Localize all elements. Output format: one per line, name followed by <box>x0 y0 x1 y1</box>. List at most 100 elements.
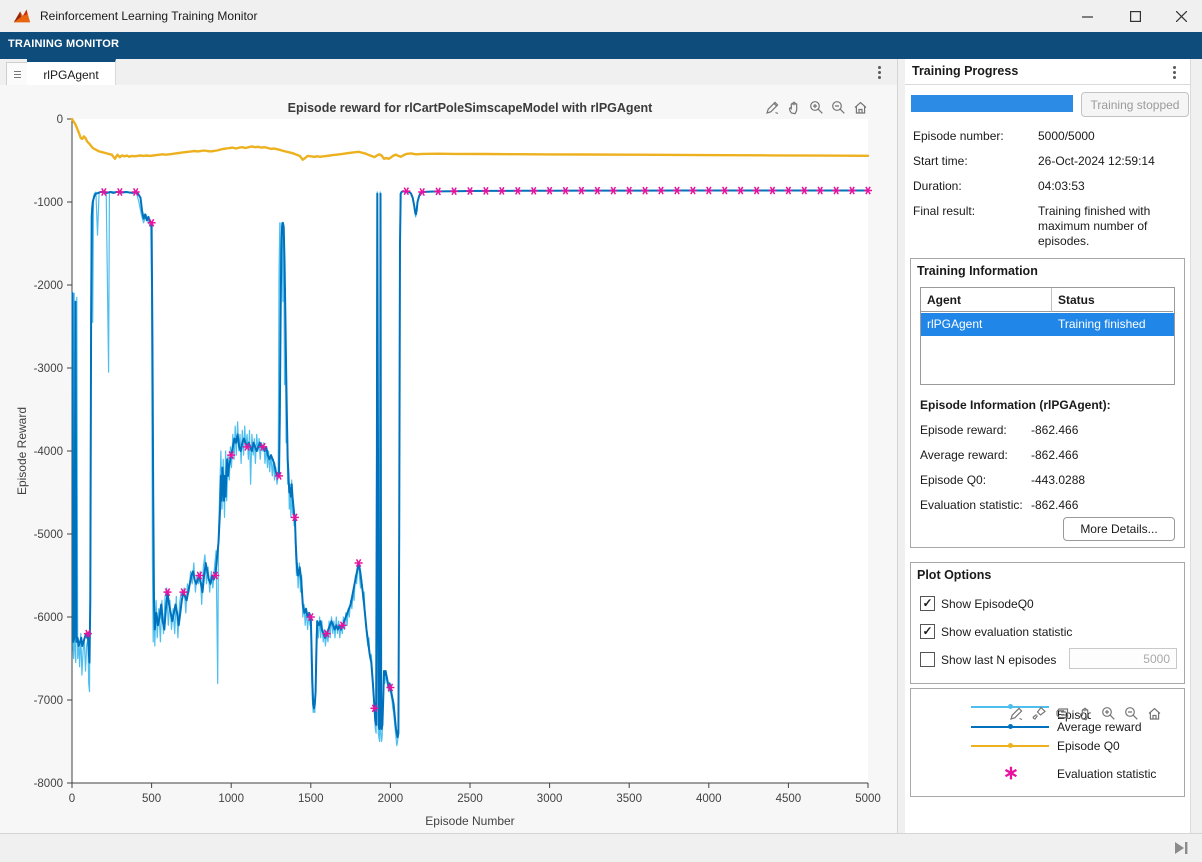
evaluation-statistic-row: Evaluation statistic: -862.466 <box>920 498 1175 512</box>
agent-status-table: Agent Status rlPGAgent Training finished <box>920 287 1175 385</box>
evaluation-statistic-value: -862.466 <box>1031 498 1078 512</box>
show-last-n-label: Show last N episodes <box>941 653 1056 667</box>
legend-entry-average-reward[interactable]: Average reward <box>911 717 1184 737</box>
svg-text:3000: 3000 <box>537 793 563 805</box>
svg-text:1000: 1000 <box>218 793 244 805</box>
svg-text:-4000: -4000 <box>34 446 63 458</box>
show-episodeq0-label: Show EpisodeQ0 <box>941 597 1034 611</box>
legend-label: Evaluation statistic <box>1057 767 1156 781</box>
show-last-n-checkbox[interactable] <box>920 652 935 667</box>
legend-entry-evaluation-statistic[interactable]: ∗ Evaluation statistic <box>911 759 1184 785</box>
tab-label: rlPGAgent <box>43 68 98 82</box>
average-reward-label: Average reward: <box>920 448 1008 462</box>
legend-panel: Episode reward Average reward Episode Q0… <box>910 688 1185 797</box>
document-tab-bar: rlPGAgent <box>0 59 897 86</box>
svg-text:0: 0 <box>69 793 75 805</box>
show-episodeq0-checkbox[interactable] <box>920 596 935 611</box>
agent-cell: rlPGAgent <box>921 313 1058 336</box>
episode-reward-label: Episode reward: <box>920 423 1007 437</box>
svg-text:3500: 3500 <box>616 793 642 805</box>
column-header-status: Status <box>1052 288 1173 312</box>
svg-text:-3000: -3000 <box>34 363 63 375</box>
training-progress-panel: Training Progress Training stopped Episo… <box>905 59 1190 833</box>
episode-number-value: 5000/5000 <box>1038 129 1186 144</box>
legend-label: Average reward <box>1057 720 1142 734</box>
right-scroll-rail <box>1190 59 1202 833</box>
svg-text:500: 500 <box>142 793 161 805</box>
svg-text:2000: 2000 <box>378 793 404 805</box>
final-result-label: Final result: <box>913 204 975 219</box>
more-details-button[interactable]: More Details... <box>1063 517 1175 541</box>
episode-reward-row: Episode reward: -862.466 <box>920 423 1175 437</box>
svg-text:-6000: -6000 <box>34 612 63 624</box>
training-information-header: Training Information <box>917 264 1038 278</box>
start-time-label: Start time: <box>913 154 968 169</box>
svg-text:2500: 2500 <box>457 793 483 805</box>
average-reward-dot <box>1008 724 1013 729</box>
tab-rlpgagent[interactable]: rlPGAgent <box>27 59 116 87</box>
start-time-value: 26-Oct-2024 12:59:14 <box>1038 154 1186 169</box>
maximize-button[interactable] <box>1112 0 1158 32</box>
svg-text:Episode Reward: Episode Reward <box>15 407 29 495</box>
plot-options-section: Plot Options Show EpisodeQ0 Show evaluat… <box>910 562 1185 684</box>
episode-q0-value: -443.0288 <box>1031 473 1085 487</box>
panel-menu-kebab-icon[interactable] <box>1173 66 1176 79</box>
status-cell: Training finished <box>1052 313 1180 336</box>
show-evaluation-checkbox[interactable] <box>920 624 935 639</box>
svg-text:0: 0 <box>57 114 63 126</box>
tab-list-menu-button[interactable] <box>6 62 28 86</box>
hamburger-icon <box>13 70 22 79</box>
episode-number-label: Episode number: <box>913 129 1004 144</box>
legend-label: Episode Q0 <box>1057 739 1120 753</box>
kebab-icon <box>878 66 881 79</box>
ribbon-bar: TRAINING MONITOR <box>0 32 1202 59</box>
svg-text:-7000: -7000 <box>34 695 63 707</box>
training-progress-bar <box>911 95 1073 112</box>
training-stopped-button[interactable]: Training stopped <box>1081 92 1189 117</box>
ribbon-tab-training-monitor[interactable]: TRAINING MONITOR <box>8 38 119 50</box>
column-header-agent: Agent <box>921 288 1052 312</box>
minimize-button[interactable] <box>1064 0 1110 32</box>
legend-entry-episode-q0[interactable]: Episode Q0 <box>911 736 1184 756</box>
svg-text:-1000: -1000 <box>34 197 63 209</box>
episode-q0-label: Episode Q0: <box>920 473 986 487</box>
svg-text:-8000: -8000 <box>34 778 63 790</box>
table-row-selected[interactable]: rlPGAgent Training finished <box>921 313 1174 336</box>
legend-entry-episode-reward[interactable]: Episode reward <box>911 697 1184 717</box>
reward-chart[interactable]: 0 500 1000 1500 2000 2500 3000 3500 4000 4500 5000… <box>0 85 897 833</box>
plot-options-header: Plot Options <box>917 568 991 582</box>
title-bar: Reinforcement Learning Training Monitor <box>0 0 1202 33</box>
tab-overflow-menu-button[interactable] <box>868 62 890 82</box>
figure-area: Episode reward for rlCartPoleSimscapeMod… <box>0 85 897 833</box>
panel-header: Training Progress <box>905 59 1190 85</box>
evaluation-statistic-label: Evaluation statistic: <box>920 498 1023 512</box>
panel-title: Training Progress <box>912 64 1018 78</box>
show-last-n-option: Show last N episodes <box>920 652 1056 667</box>
svg-text:-5000: -5000 <box>34 529 63 541</box>
show-episodeq0-option: Show EpisodeQ0 <box>920 596 1034 611</box>
svg-text:4000: 4000 <box>696 793 722 805</box>
asterisk-marker-icon: ∗ <box>1003 762 1019 785</box>
average-reward-value: -862.466 <box>1031 448 1078 462</box>
episode-information-header: Episode Information (rlPGAgent): <box>920 398 1111 412</box>
training-information-section: Training Information Agent Status rlPGAg… <box>910 258 1185 548</box>
show-evaluation-label: Show evaluation statistic <box>941 625 1072 639</box>
duration-label: Duration: <box>913 179 962 194</box>
close-button[interactable] <box>1160 0 1202 32</box>
episode-reward-value: -862.466 <box>1031 423 1078 437</box>
svg-text:5000: 5000 <box>855 793 881 805</box>
svg-text:4500: 4500 <box>776 793 802 805</box>
svg-text:1500: 1500 <box>298 793 324 805</box>
expand-panel-icon[interactable] <box>1172 840 1192 856</box>
average-reward-row: Average reward: -862.466 <box>920 448 1175 462</box>
show-evaluation-option: Show evaluation statistic <box>920 624 1072 639</box>
last-n-episodes-input[interactable] <box>1069 648 1177 669</box>
duration-value: 04:03:53 <box>1038 179 1186 194</box>
episode-q0-dot <box>1008 743 1013 748</box>
matlab-logo-icon <box>12 6 32 26</box>
window-title: Reinforcement Learning Training Monitor <box>40 9 257 23</box>
final-result-value: Training finished with maximum number of… <box>1038 204 1186 249</box>
svg-text:Episode Number: Episode Number <box>425 814 514 828</box>
status-bar <box>0 833 1202 862</box>
svg-text:-2000: -2000 <box>34 280 63 292</box>
